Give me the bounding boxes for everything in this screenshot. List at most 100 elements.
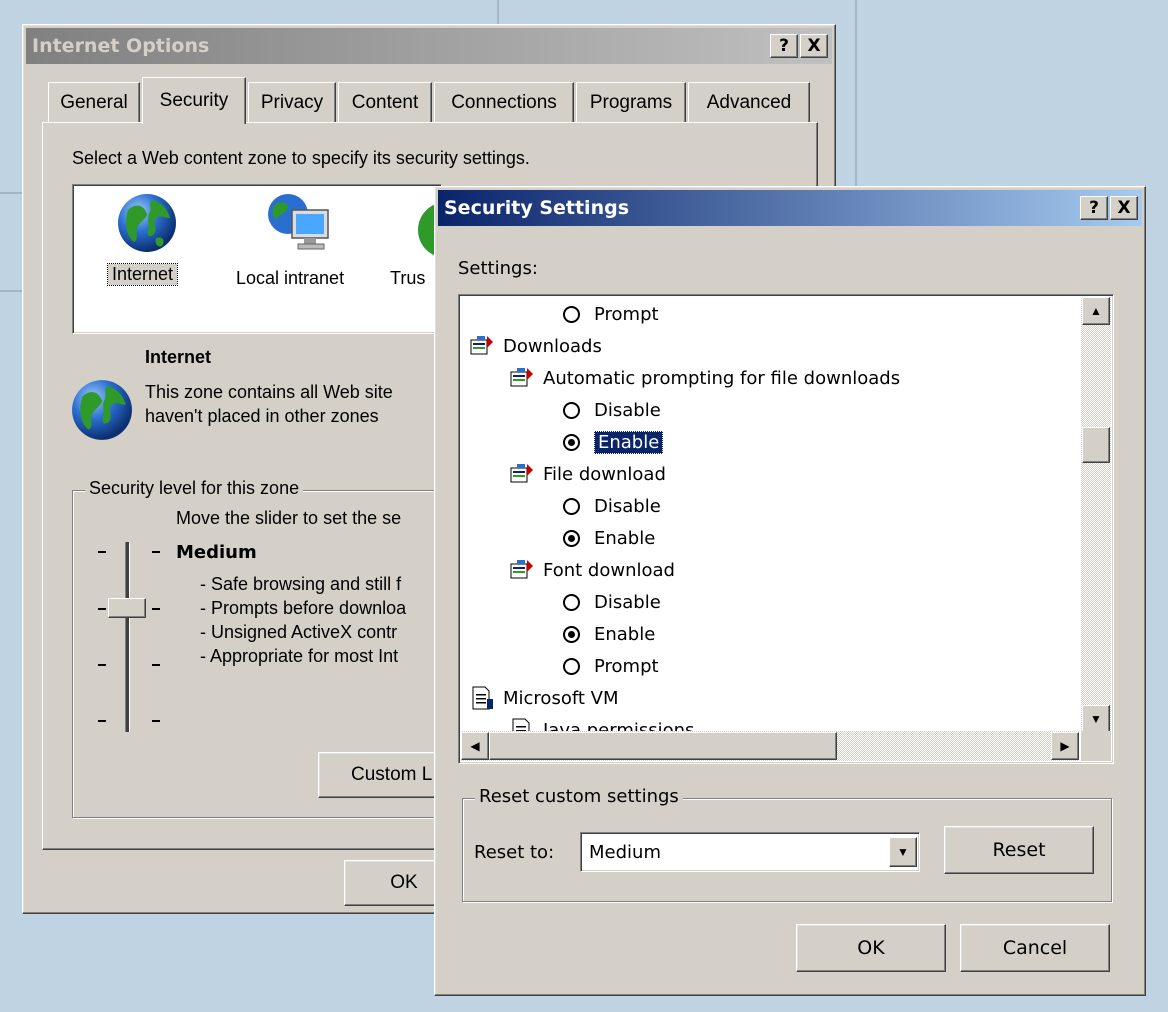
- setting-label: Disable: [594, 591, 661, 613]
- help-button[interactable]: ?: [770, 34, 798, 58]
- setting-label: Enable: [594, 527, 656, 549]
- setting-category: Microsoft VM: [469, 683, 618, 713]
- setting-option-prompt[interactable]: Prompt: [563, 299, 659, 329]
- reset-group-label: Reset custom settings: [475, 786, 683, 807]
- setting-option-prompt[interactable]: Prompt: [563, 651, 659, 681]
- internet-options-titlebar[interactable]: Internet Options ? X: [26, 28, 832, 64]
- vertical-scrollbar[interactable]: ▲ ▼: [1081, 297, 1111, 733]
- settings-category-icon: [469, 334, 495, 358]
- level-point: - Appropriate for most Int: [200, 646, 399, 666]
- setting-label: File download: [543, 463, 666, 485]
- reset-to-dropdown[interactable]: Medium ▼: [580, 832, 920, 872]
- slider-tick: [152, 608, 160, 610]
- slider-tick: [98, 664, 106, 666]
- setting-label: Downloads: [503, 335, 602, 357]
- slider-tick: [152, 664, 160, 666]
- settings-category-icon: [509, 558, 535, 582]
- slider-tick: [98, 608, 106, 610]
- tab-general[interactable]: General: [48, 82, 140, 122]
- close-button[interactable]: X: [1110, 196, 1138, 220]
- reset-to-label: Reset to:: [474, 842, 555, 863]
- zone-internet[interactable]: Internet: [100, 192, 196, 302]
- setting-option-disable[interactable]: Disable: [563, 587, 661, 617]
- setting-option-enable[interactable]: Enable: [563, 523, 655, 553]
- zone-label-trusted-sites: Trus: [390, 268, 426, 288]
- zone-label-local-intranet: Local intranet: [236, 268, 345, 288]
- tab-content[interactable]: Content: [338, 82, 432, 122]
- document-icon: [469, 685, 495, 711]
- tab-programs[interactable]: Programs: [576, 82, 686, 122]
- level-name: Medium: [176, 542, 257, 563]
- level-point: - Prompts before downloa: [200, 598, 407, 618]
- slider-thumb[interactable]: [108, 598, 146, 618]
- scroll-thumb[interactable]: [1082, 427, 1110, 463]
- radio-unchecked-icon[interactable]: [563, 657, 580, 675]
- desktop-divider: [0, 192, 22, 194]
- chevron-down-icon[interactable]: ▼: [889, 837, 917, 867]
- setting-option-disable[interactable]: Disable: [563, 491, 661, 521]
- zone-description-line-1: This zone contains all Web site: [145, 382, 393, 402]
- horizontal-scrollbar[interactable]: ◀ ▶: [461, 731, 1079, 761]
- scroll-right-button[interactable]: ▶: [1051, 732, 1079, 760]
- desktop-divider: [855, 0, 857, 190]
- level-point: - Safe browsing and still f: [200, 574, 402, 594]
- zone-description-line-2: haven't placed in other zones: [145, 406, 379, 426]
- setting-label: Microsoft VM: [503, 687, 619, 709]
- security-level-slider[interactable]: [92, 538, 162, 738]
- slider-tick: [152, 551, 160, 553]
- setting-item: File download: [509, 459, 666, 489]
- setting-category: Downloads: [469, 331, 602, 361]
- window-title: Internet Options: [32, 35, 210, 57]
- zone-local-intranet[interactable]: Local intranet: [232, 192, 372, 302]
- radio-unchecked-icon[interactable]: [563, 593, 580, 611]
- radio-checked-icon[interactable]: [563, 433, 580, 451]
- scrollbar-corner: [1081, 731, 1111, 761]
- scroll-left-button[interactable]: ◀: [461, 732, 489, 760]
- security-level-label: Security level for this zone: [85, 478, 304, 499]
- setting-label: Font download: [543, 559, 675, 581]
- security-settings-titlebar[interactable]: Security Settings ? X: [438, 190, 1142, 226]
- slider-tick: [98, 551, 106, 553]
- desktop-divider: [0, 290, 22, 292]
- setting-label: Prompt: [594, 303, 659, 325]
- settings-tree: Prompt Downloads Automatic prompting for f…: [459, 295, 1079, 735]
- scroll-thumb[interactable]: [489, 732, 837, 760]
- tab-connections[interactable]: Connections: [434, 82, 574, 122]
- radio-unchecked-icon[interactable]: [563, 497, 580, 515]
- settings-category-icon: [509, 462, 535, 486]
- radio-unchecked-icon[interactable]: [563, 305, 580, 323]
- setting-item: Font download: [509, 555, 675, 585]
- tab-advanced[interactable]: Advanced: [688, 82, 810, 122]
- level-point: - Unsigned ActiveX contr: [200, 622, 398, 642]
- reset-button[interactable]: Reset: [944, 826, 1094, 874]
- zone-prompt: Select a Web content zone to specify its…: [72, 148, 530, 168]
- close-button[interactable]: X: [800, 34, 828, 58]
- setting-option-enable[interactable]: Enable: [563, 427, 664, 457]
- setting-item: Automatic prompting for file downloads: [509, 363, 900, 393]
- scroll-down-button[interactable]: ▼: [1082, 705, 1110, 733]
- help-button[interactable]: ?: [1080, 196, 1108, 220]
- setting-option-disable[interactable]: Disable: [563, 395, 661, 425]
- setting-label: Enable: [594, 430, 664, 454]
- zone-trusted-sites[interactable]: Trus: [376, 192, 442, 302]
- tab-security[interactable]: Security: [142, 77, 246, 124]
- tab-privacy[interactable]: Privacy: [248, 82, 336, 122]
- ok-button[interactable]: OK: [796, 924, 946, 972]
- intranet-icon: [268, 194, 329, 250]
- scroll-up-button[interactable]: ▲: [1082, 297, 1110, 325]
- zone-title: Internet: [145, 347, 212, 367]
- setting-option-enable[interactable]: Enable: [563, 619, 655, 649]
- radio-checked-icon[interactable]: [563, 625, 580, 643]
- setting-label: Disable: [594, 399, 661, 421]
- setting-label: Prompt: [594, 655, 659, 677]
- settings-label: Settings:: [458, 258, 538, 279]
- globe-icon: [118, 194, 176, 252]
- zone-label-internet: Internet: [106, 263, 179, 286]
- globe-icon: [72, 380, 132, 440]
- radio-checked-icon[interactable]: [563, 529, 580, 547]
- cancel-button[interactable]: Cancel: [960, 924, 1110, 972]
- settings-category-icon: [509, 366, 535, 390]
- radio-unchecked-icon[interactable]: [563, 401, 580, 419]
- slider-hint: Move the slider to set the se: [176, 508, 402, 528]
- settings-list: Prompt Downloads Automatic prompting for f…: [458, 294, 1114, 764]
